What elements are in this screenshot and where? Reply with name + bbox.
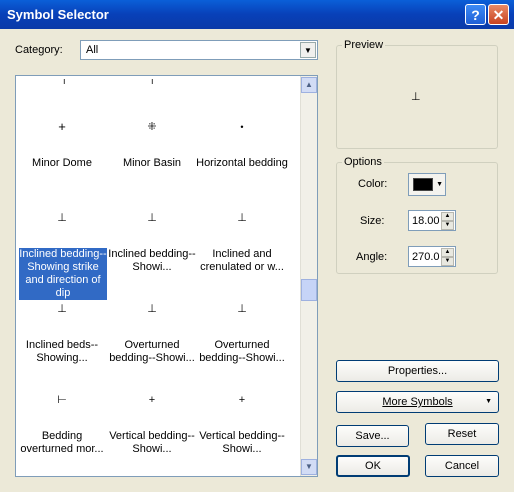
window-title: Symbol Selector bbox=[7, 7, 109, 22]
vertical-bedding-symbol-icon: + bbox=[148, 394, 156, 406]
bedding-overturned-symbol-icon: ⊢ bbox=[57, 394, 67, 406]
color-picker-button[interactable]: ▼ bbox=[408, 173, 446, 196]
size-up-button[interactable]: ▲ bbox=[441, 212, 454, 221]
preview-label: Preview bbox=[342, 39, 386, 51]
angle-down-button[interactable]: ▼ bbox=[441, 257, 454, 266]
overturned-symbol-icon: ⊥ bbox=[147, 303, 157, 315]
size-stepper[interactable]: 18.00 ▲ ▼ bbox=[408, 210, 456, 231]
scroll-up-button[interactable]: ▲ bbox=[301, 77, 317, 93]
size-value[interactable]: 18.00 bbox=[412, 215, 440, 227]
color-swatch bbox=[413, 178, 433, 191]
symbol-caption: Inclined bedding--Showing strike and dir… bbox=[19, 248, 107, 300]
chevron-down-icon[interactable]: ▼ bbox=[300, 42, 316, 58]
symbol-caption: Inclined bedding--Showi... bbox=[108, 248, 196, 273]
symbol-caption: Vertical bedding--Showi... bbox=[109, 430, 195, 455]
reset-button[interactable]: Reset bbox=[425, 423, 499, 445]
close-button[interactable]: ✕ bbox=[488, 4, 509, 25]
crenulated-symbol-icon: ⊥ bbox=[237, 212, 247, 224]
category-label: Category: bbox=[15, 44, 63, 56]
angle-label: Angle: bbox=[356, 251, 388, 263]
partial-symbol-icon: ı bbox=[151, 76, 154, 86]
more-symbols-button[interactable]: More Symbols ▼ bbox=[336, 391, 499, 413]
color-label: Color: bbox=[358, 178, 388, 190]
angle-stepper[interactable]: 270.0 ▲ ▼ bbox=[408, 246, 456, 267]
symbol-caption: Overturned bedding--Showi... bbox=[199, 339, 285, 364]
title-bar: Symbol Selector ? ✕ bbox=[0, 0, 514, 29]
size-label: Size: bbox=[360, 215, 385, 227]
strike-dip-symbol-icon: ⊥ bbox=[147, 212, 157, 224]
scroll-down-button[interactable]: ▼ bbox=[301, 459, 317, 475]
symbol-caption: Minor Dome bbox=[32, 157, 92, 169]
symbol-caption: Bedding overturned mor... bbox=[20, 430, 104, 455]
symbol-caption: Vertical bedding--Showi... bbox=[199, 430, 285, 455]
chevron-down-icon: ▼ bbox=[485, 398, 492, 405]
angle-up-button[interactable]: ▲ bbox=[441, 248, 454, 257]
preview-area: ⊥ bbox=[345, 54, 497, 144]
partial-symbol-icon: ı bbox=[63, 76, 66, 86]
chevron-down-icon: ▼ bbox=[436, 181, 443, 188]
size-down-button[interactable]: ▼ bbox=[441, 221, 454, 230]
scroll-thumb[interactable] bbox=[301, 279, 317, 301]
strike-dip-symbol-icon: ⊥ bbox=[57, 303, 67, 315]
category-select[interactable]: All ▼ bbox=[80, 40, 318, 60]
symbol-list[interactable]: ı ı + Minor Dome ⁜ Minor Basin • Horizon… bbox=[15, 75, 318, 477]
symbol-caption: Minor Basin bbox=[122, 157, 182, 169]
angle-value[interactable]: 270.0 bbox=[412, 251, 440, 263]
strike-dip-symbol-icon: ⊥ bbox=[57, 212, 67, 224]
save-button[interactable]: Save... bbox=[336, 425, 409, 447]
vertical-bedding-symbol-icon: + bbox=[238, 394, 246, 406]
more-symbols-label: More Symbols bbox=[382, 396, 453, 408]
properties-button[interactable]: Properties... bbox=[336, 360, 499, 382]
help-button[interactable]: ? bbox=[465, 4, 486, 25]
category-value: All bbox=[86, 44, 99, 56]
dot-symbol-icon: • bbox=[240, 122, 244, 132]
preview-symbol-icon: ⊥ bbox=[411, 91, 421, 103]
options-label: Options bbox=[342, 156, 384, 168]
plus-symbol-icon: + bbox=[58, 119, 66, 134]
basin-symbol-icon: ⁜ bbox=[147, 121, 157, 133]
symbol-caption: Inclined and crenulated or w... bbox=[200, 248, 284, 273]
overturned-symbol-icon: ⊥ bbox=[237, 303, 247, 315]
symbol-caption: Inclined beds--Showing... bbox=[25, 339, 99, 364]
vertical-scrollbar[interactable]: ▲ ▼ bbox=[300, 76, 317, 476]
ok-button[interactable]: OK bbox=[336, 455, 410, 477]
symbol-caption: Overturned bedding--Showi... bbox=[109, 339, 195, 364]
cancel-button[interactable]: Cancel bbox=[425, 455, 499, 477]
symbol-caption: Horizontal bedding bbox=[196, 157, 288, 169]
